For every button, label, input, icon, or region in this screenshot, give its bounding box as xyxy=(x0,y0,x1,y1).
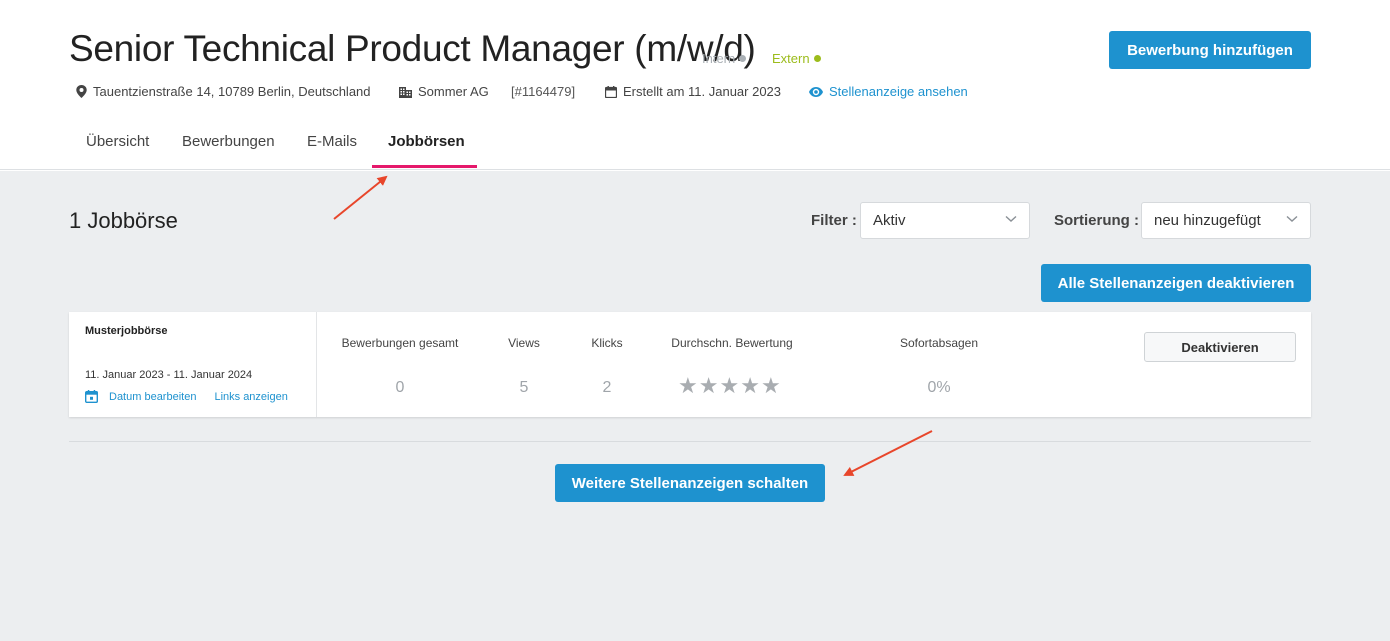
edit-date-link[interactable]: Datum bearbeiten xyxy=(109,391,196,403)
filter-select[interactable]: Aktiv xyxy=(860,202,1030,239)
job-created-text: Erstellt am 11. Januar 2023 xyxy=(623,84,782,99)
star-icon: ★ xyxy=(740,374,760,399)
show-links-link[interactable]: Links anzeigen xyxy=(214,391,287,403)
stat-header-rating: Durchschn. Bewertung xyxy=(671,336,793,350)
calendar-edit-icon[interactable] xyxy=(85,390,98,403)
star-icon: ★ xyxy=(719,374,740,399)
job-id: [#1164479] xyxy=(511,84,576,99)
tab-job-boards[interactable]: Jobbörsen xyxy=(388,133,465,150)
stat-applications-value: 0 xyxy=(395,379,405,396)
job-board-links: Datum bearbeiten Links anzeigen xyxy=(85,390,288,403)
status-intern-dot xyxy=(739,55,747,62)
section-divider xyxy=(69,441,1311,442)
sort-select-value: neu hinzugefügt xyxy=(1154,212,1261,229)
chevron-down-icon xyxy=(1005,215,1017,222)
job-address-text: Tauentzienstraße 14, 10789 Berlin, Deuts… xyxy=(93,84,371,99)
building-icon xyxy=(399,86,412,98)
status-extern-label: Extern xyxy=(772,51,810,66)
view-posting-text: Stellenanzeige ansehen xyxy=(829,84,968,99)
stat-header-applications: Bewerbungen gesamt xyxy=(341,336,459,350)
job-board-card: Musterjobbörse 11. Januar 2023 - 11. Jan… xyxy=(69,312,1311,417)
tab-emails[interactable]: E-Mails xyxy=(307,133,357,150)
tab-applications[interactable]: Bewerbungen xyxy=(182,133,275,150)
eye-icon xyxy=(809,86,823,97)
job-board-date-range: 11. Januar 2023 - 11. Januar 2024 xyxy=(85,369,253,381)
job-board-count: 1 Jobbörse xyxy=(69,208,178,233)
job-company-text: Sommer AG xyxy=(418,84,489,99)
more-postings-button[interactable]: Weitere Stellenanzeigen schalten xyxy=(555,464,825,502)
filter-label: Filter : xyxy=(811,212,857,229)
status-extern-toggle[interactable]: Extern xyxy=(772,51,821,66)
job-company: Sommer AG xyxy=(399,84,489,99)
stat-header-clicks: Klicks xyxy=(591,336,623,350)
star-icon: ★ xyxy=(678,374,698,399)
location-pin-icon xyxy=(76,85,87,98)
job-board-name: Musterjobbörse xyxy=(85,325,168,337)
star-icon: ★ xyxy=(698,374,719,399)
active-tab-indicator xyxy=(372,165,477,168)
status-intern-toggle[interactable]: Intern xyxy=(702,51,747,66)
stat-views-value: 5 xyxy=(519,379,529,396)
page-title: Senior Technical Product Manager (m/w/d) xyxy=(69,28,756,69)
calendar-icon xyxy=(605,85,617,98)
status-intern-label: Intern xyxy=(702,51,736,66)
status-extern-dot xyxy=(813,55,821,62)
stat-rejections-value: 0% xyxy=(927,379,951,396)
filter-select-value: Aktiv xyxy=(873,212,906,229)
job-address: Tauentzienstraße 14, 10789 Berlin, Deuts… xyxy=(76,84,371,99)
job-header: Senior Technical Product Manager (m/w/d)… xyxy=(0,0,1390,170)
stat-header-views: Views xyxy=(508,336,540,350)
chevron-down-icon xyxy=(1286,215,1298,222)
rating-stars: ★ ★ ★ ★ ★ xyxy=(678,376,781,398)
stat-header-rejections: Sofortabsagen xyxy=(899,336,979,350)
add-application-button[interactable]: Bewerbung hinzufügen xyxy=(1109,31,1311,69)
deactivate-all-button[interactable]: Alle Stellenanzeigen deaktivieren xyxy=(1041,264,1311,302)
view-posting-link[interactable]: Stellenanzeige ansehen xyxy=(809,84,968,99)
job-board-info: Musterjobbörse 11. Januar 2023 - 11. Jan… xyxy=(69,312,317,417)
job-created-date: Erstellt am 11. Januar 2023 xyxy=(605,84,781,99)
stat-clicks-value: 2 xyxy=(602,379,612,396)
sort-select[interactable]: neu hinzugefügt xyxy=(1141,202,1311,239)
tab-overview[interactable]: Übersicht xyxy=(86,133,149,150)
deactivate-button[interactable]: Deaktivieren xyxy=(1144,332,1296,362)
sort-label: Sortierung : xyxy=(1054,212,1139,229)
star-icon: ★ xyxy=(760,374,781,399)
